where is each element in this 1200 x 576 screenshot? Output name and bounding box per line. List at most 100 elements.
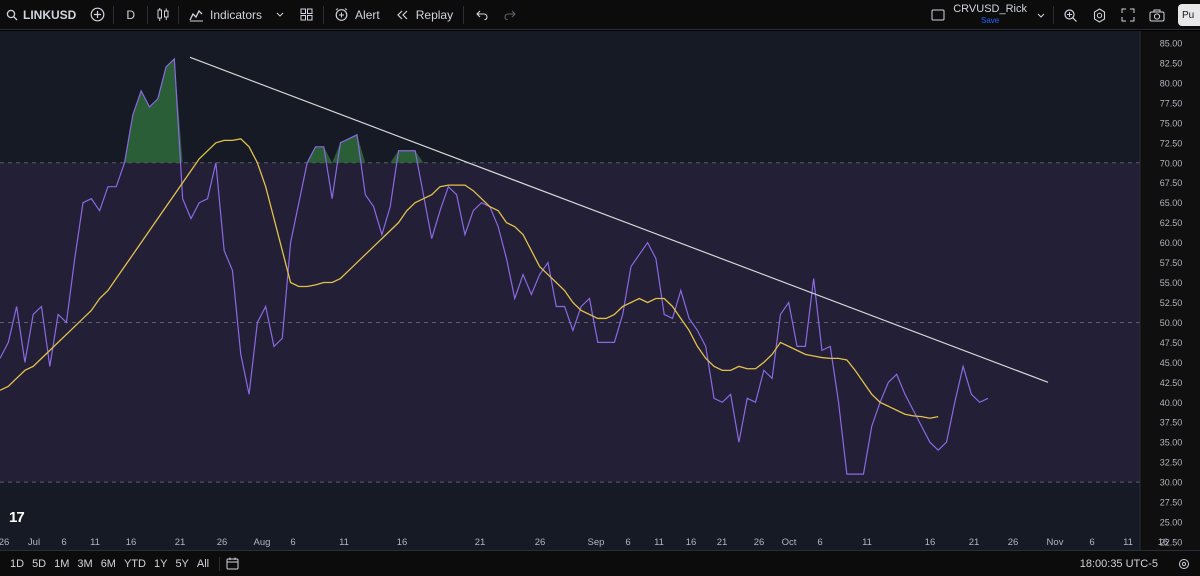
price-tick-label: 37.50 [1160, 418, 1183, 428]
bottom-toolbar: 1D 5D 1M 3M 6M YTD 1Y 5Y All 18:00:35 UTC-5 [0, 550, 1200, 576]
symbol-search-button[interactable]: LINKUSD [0, 0, 84, 30]
quick-search-button[interactable] [1056, 0, 1085, 30]
price-tick-label: 77.50 [1160, 98, 1183, 108]
replay-button[interactable]: Replay [388, 0, 461, 30]
chart-settings-icon[interactable] [1178, 558, 1190, 570]
redo-icon [504, 10, 516, 20]
fullscreen-button[interactable] [1114, 0, 1142, 30]
price-tick-label: 72.50 [1160, 138, 1183, 148]
layout-name: CRVUSD_Rick [953, 3, 1027, 15]
time-tick-label: 26 [754, 537, 765, 548]
range-button-all[interactable]: All [193, 558, 213, 570]
range-button-5y[interactable]: 5Y [171, 558, 192, 570]
layout-square-icon [931, 9, 945, 21]
grid-icon [300, 8, 313, 21]
time-tick-label: 21 [475, 537, 486, 548]
price-tick-label: 85.00 [1160, 39, 1183, 49]
price-tick-label: 35.00 [1160, 438, 1183, 448]
quick-search-icon [1063, 8, 1078, 23]
time-tick-label: 21 [969, 537, 980, 548]
time-tick-label: 11 [1123, 537, 1133, 548]
symbol-label: LINKUSD [23, 7, 77, 22]
chevron-down-icon [276, 12, 284, 17]
time-tick-label: 26 [1008, 537, 1019, 548]
layout-name-block: CRVUSD_Rick Save [953, 4, 1027, 26]
time-tick-label: 21 [175, 537, 186, 548]
time-tick-label: 21 [717, 537, 728, 548]
publish-button[interactable]: Pu [1178, 4, 1200, 26]
snapshot-button[interactable] [1142, 0, 1172, 30]
date-range-group: 1D 5D 1M 3M 6M YTD 1Y 5Y All [6, 558, 213, 570]
time-tick-label: 11 [862, 537, 872, 548]
time-tick-label: 11 [339, 537, 349, 548]
range-button-1m[interactable]: 1M [50, 558, 73, 570]
price-tick-label: 65.00 [1160, 198, 1183, 208]
range-button-6m[interactable]: 6M [97, 558, 120, 570]
save-status: Save [981, 16, 1000, 25]
plus-circle-icon [90, 7, 105, 22]
toolbar-right-group: CRVUSD_Rick Save Pu [925, 0, 1200, 30]
price-tick-label: 50.00 [1160, 318, 1183, 328]
undo-icon [476, 10, 488, 20]
redo-button[interactable] [498, 0, 522, 30]
replay-label: Replay [415, 7, 454, 22]
alert-button[interactable]: Alert [326, 0, 388, 30]
time-tick-label: Jul [28, 537, 40, 548]
fullscreen-icon [1121, 8, 1135, 22]
time-tick-label: Oct [782, 537, 797, 548]
price-tick-label: 25.00 [1160, 518, 1183, 528]
settings-button[interactable] [1085, 0, 1114, 30]
price-tick-label: 42.50 [1160, 378, 1183, 388]
time-tick-label: 6 [625, 537, 630, 548]
toolbar-divider [178, 5, 180, 24]
toolbar-divider [1053, 6, 1054, 24]
compare-button[interactable] [84, 0, 111, 30]
chart-pane[interactable]: 85.00 82.50 80.00 77.50 75.00 72.50 70.00 67.50… [0, 31, 1200, 550]
calendar-icon[interactable] [226, 557, 239, 570]
interval-label: D [126, 7, 136, 22]
gear-icon [1092, 7, 1107, 23]
range-button-3m[interactable]: 3M [73, 558, 96, 570]
top-toolbar: LINKUSD D Indicators Alert Replay CRVUSD… [0, 0, 1200, 30]
search-icon [6, 9, 18, 21]
rsi-chart[interactable]: 85.00 82.50 80.00 77.50 75.00 72.50 70.00 67.50… [0, 31, 1200, 550]
range-button-1y[interactable]: 1Y [150, 558, 171, 570]
layouts-button[interactable] [292, 0, 321, 30]
toolbar-divider [147, 5, 149, 24]
time-tick-label: 6 [1089, 537, 1094, 548]
time-tick-label: 16 [925, 537, 936, 548]
time-tick-label: 16 [686, 537, 697, 548]
time-tick-label: Sep [588, 537, 605, 548]
clock[interactable]: 18:00:35 UTC-5 [1080, 558, 1158, 570]
chart-type-button[interactable] [150, 0, 176, 30]
price-tick-label: 57.50 [1160, 258, 1183, 268]
time-tick-label: 11 [90, 537, 100, 548]
price-tick-label: 60.00 [1160, 238, 1183, 248]
indicators-button[interactable]: Indicators [181, 0, 292, 30]
range-button-1d[interactable]: 1D [6, 558, 28, 570]
range-button-ytd[interactable]: YTD [120, 558, 150, 570]
layout-selector[interactable]: CRVUSD_Rick Save [925, 0, 1051, 30]
alarm-clock-icon [334, 7, 349, 22]
time-tick-label: 26 [217, 537, 228, 548]
undo-button[interactable] [466, 0, 498, 30]
price-tick-label: 47.50 [1160, 338, 1183, 348]
time-tick-label: 16 [126, 537, 137, 548]
interval-button[interactable]: D [116, 0, 145, 30]
toolbar-divider [219, 556, 221, 571]
rewind-icon [396, 10, 410, 20]
range-button-5d[interactable]: 5D [28, 558, 50, 570]
price-tick-label: 67.50 [1160, 178, 1183, 188]
toolbar-divider [113, 5, 115, 24]
price-tick-label: 30.00 [1160, 478, 1183, 488]
price-tick-label: 52.50 [1160, 298, 1183, 308]
price-tick-label: 32.50 [1160, 458, 1183, 468]
price-tick-label: 82.50 [1160, 58, 1183, 68]
time-tick-label: Aug [254, 537, 271, 548]
chevron-down-icon [1037, 13, 1045, 18]
time-tick-label: 11 [654, 537, 664, 548]
tradingview-logo[interactable]: 17 [9, 509, 25, 526]
candles-icon [156, 7, 170, 22]
camera-icon [1149, 9, 1165, 22]
alert-label: Alert [355, 7, 380, 22]
